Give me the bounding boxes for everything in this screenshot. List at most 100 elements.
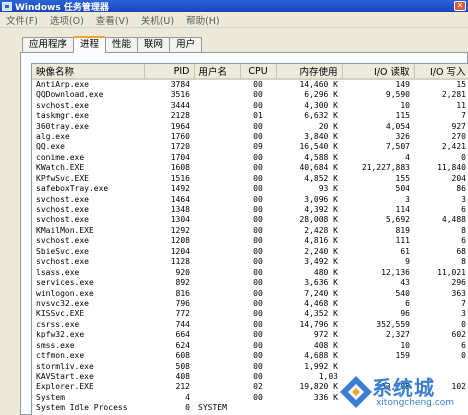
process-cell: 0: [461, 351, 466, 361]
process-cell: 4,300 K: [304, 100, 338, 110]
process-cell: 00: [253, 278, 263, 288]
process-row[interactable]: QQ.exe 1720 09 16,540 K 7,507 2,421: [32, 142, 468, 152]
process-cell: 149: [395, 80, 410, 89]
process-row[interactable]: csrss.exe 744 00 14,796 K 352,559 0: [32, 320, 468, 330]
column-pid[interactable]: PID: [144, 64, 195, 80]
process-cell: 2,421: [441, 142, 466, 152]
watermark-text: 系统城: [372, 376, 435, 400]
process-cell: 212: [175, 382, 190, 392]
column-cpu[interactable]: CPU: [240, 64, 277, 80]
process-row[interactable]: svchost.exe 1348 00 4,392 K 114 6: [32, 205, 468, 215]
column-memory-usage[interactable]: 内存使用: [276, 64, 343, 80]
process-cell: nvsvc32.exe: [36, 298, 89, 308]
process-list[interactable]: 映像名称 PID 用户名 CPU 内存使用 I/O 读取 I/O 写入 Anti…: [31, 63, 468, 415]
process-cell: [194, 299, 240, 309]
process-cell: 4,392 K: [304, 205, 338, 215]
process-row[interactable]: svchost.exe 1128 00 3,492 K 9 8: [32, 257, 468, 267]
process-cell: 114: [395, 205, 410, 215]
process-cell: [194, 79, 240, 90]
process-cell: 155: [395, 173, 410, 183]
process-cell: [194, 226, 240, 236]
process-row[interactable]: nvsvc32.exe 796 00 4,468 K 6 7: [32, 299, 468, 309]
process-row[interactable]: svchost.exe 1208 00 4,816 K 111 6: [32, 236, 468, 246]
process-row[interactable]: safeboxTray.exe 1492 00 93 K 504 86: [32, 184, 468, 194]
process-row[interactable]: conime.exe 1704 00 4,588 K 4 0: [32, 153, 468, 163]
process-cell: 00: [253, 340, 263, 350]
tab-networking[interactable]: 联网: [137, 37, 171, 52]
process-row[interactable]: smss.exe 624 00 408 K 10 6: [32, 341, 468, 351]
process-cell: 7: [461, 111, 466, 121]
process-row[interactable]: KWatch.EXE 1608 00 40,684 K 21,227,883 11,840: [32, 163, 468, 173]
process-cell: KISSvc.EXE: [36, 309, 85, 319]
process-row[interactable]: SbieSvc.exe 1204 00 2,240 K 61 68: [32, 247, 468, 257]
process-row[interactable]: alg.exe 1760 00 3,840 K 326 270: [32, 132, 468, 142]
process-cell: AntiArp.exe: [36, 80, 89, 89]
process-row[interactable]: services.exe 892 00 3,636 K 43 296: [32, 278, 468, 288]
process-cell: [194, 341, 240, 351]
process-cell: 204: [451, 173, 466, 183]
process-row[interactable]: KMailMon.EXE 1292 00 2,428 K 819 8: [32, 226, 468, 236]
process-row[interactable]: ctfmon.exe 608 00 4,688 K 159 0: [32, 351, 468, 361]
process-cell: 43: [400, 278, 410, 288]
menu-options[interactable]: 选项(O): [44, 13, 90, 27]
menu-shutdown[interactable]: 关机(U): [135, 13, 180, 27]
process-cell: 2128: [170, 111, 190, 121]
process-cell: 4,852 K: [304, 173, 338, 183]
close-button[interactable]: ✕: [454, 1, 466, 11]
process-cell: alg.exe: [36, 131, 70, 141]
process-cell: kpfw32.exe: [36, 330, 85, 340]
process-cell: 819: [395, 225, 410, 235]
process-row[interactable]: svchost.exe 3444 00 4,300 K 10 11: [32, 100, 468, 110]
process-row[interactable]: taskmgr.exe 2128 01 6,632 K 115 7: [32, 111, 468, 121]
process-row[interactable]: kpfw32.exe 664 00 972 K 2,327 602: [32, 330, 468, 340]
process-cell: 6: [461, 340, 466, 350]
watermark-logo: 系统城 xitongcheng.com: [336, 372, 466, 414]
process-row[interactable]: 360tray.exe 1964 00 20 K 4,054 927: [32, 121, 468, 131]
process-cell: [194, 267, 240, 277]
tab-processes[interactable]: 进程: [73, 36, 107, 53]
menu-file[interactable]: 文件(F): [0, 13, 44, 27]
process-cell: 4,588 K: [304, 152, 338, 162]
process-cell: 1760: [170, 131, 190, 141]
process-row[interactable]: lsass.exe 920 00 480 K 12,136 11,021: [32, 267, 468, 277]
process-cell: SYSTEM: [198, 403, 227, 413]
column-image-name[interactable]: 映像名称: [32, 64, 145, 80]
process-row[interactable]: winlogon.exe 816 00 7,240 K 540 363: [32, 288, 468, 298]
process-cell: System Idle Process: [36, 403, 128, 413]
column-user-name[interactable]: 用户名: [194, 64, 241, 80]
process-cell: [194, 163, 240, 173]
process-cell: lsass.exe: [36, 267, 80, 277]
process-cell: 920: [175, 267, 190, 277]
process-cell: 3: [461, 309, 466, 319]
process-cell: 3,636 K: [304, 278, 338, 288]
tab-performance[interactable]: 性能: [105, 37, 139, 52]
process-row[interactable]: QQDownload.exe 3516 00 6,296 K 9,590 2,281: [32, 90, 468, 100]
process-cell: 00: [253, 392, 263, 402]
tab-users[interactable]: 用户: [169, 37, 203, 52]
process-cell: 1128: [170, 257, 190, 267]
process-row[interactable]: svchost.exe 1464 00 3,096 K 3 3: [32, 194, 468, 204]
process-cell: 20 K: [318, 121, 338, 131]
process-cell: 11,021: [437, 267, 466, 277]
process-cell: 2,240 K: [304, 246, 338, 256]
process-cell: 12,136: [381, 267, 410, 277]
tab-applications[interactable]: 应用程序: [22, 37, 75, 52]
column-io-read[interactable]: I/O 读取: [342, 64, 415, 80]
task-manager-icon: [2, 1, 12, 11]
process-cell: 00: [253, 131, 263, 141]
process-cell: 00: [253, 90, 263, 100]
menu-help[interactable]: 帮助(H): [180, 13, 226, 27]
process-row[interactable]: svchost.exe 1304 00 28,008 K 5,692 4,488: [32, 215, 468, 225]
process-cell: 9: [405, 257, 410, 267]
process-row[interactable]: KISSvc.EXE 772 00 4,352 K 96 3: [32, 309, 468, 319]
process-row[interactable]: KPfwSvc.EXE 1516 00 4,852 K 155 204: [32, 174, 468, 184]
process-row[interactable]: AntiArp.exe 3784 00 14,460 K 149 15: [32, 79, 468, 90]
process-cell: 1208: [170, 236, 190, 246]
process-cell: 816: [175, 288, 190, 298]
process-cell: 6,632 K: [304, 111, 338, 121]
process-cell: 608: [175, 351, 190, 361]
menu-view[interactable]: 查看(V): [90, 13, 135, 27]
column-io-write[interactable]: I/O 写入: [414, 64, 468, 80]
process-cell: 352,559: [376, 319, 410, 329]
process-row[interactable]: stormliv.exe 508 00 1,992 K: [32, 361, 468, 371]
